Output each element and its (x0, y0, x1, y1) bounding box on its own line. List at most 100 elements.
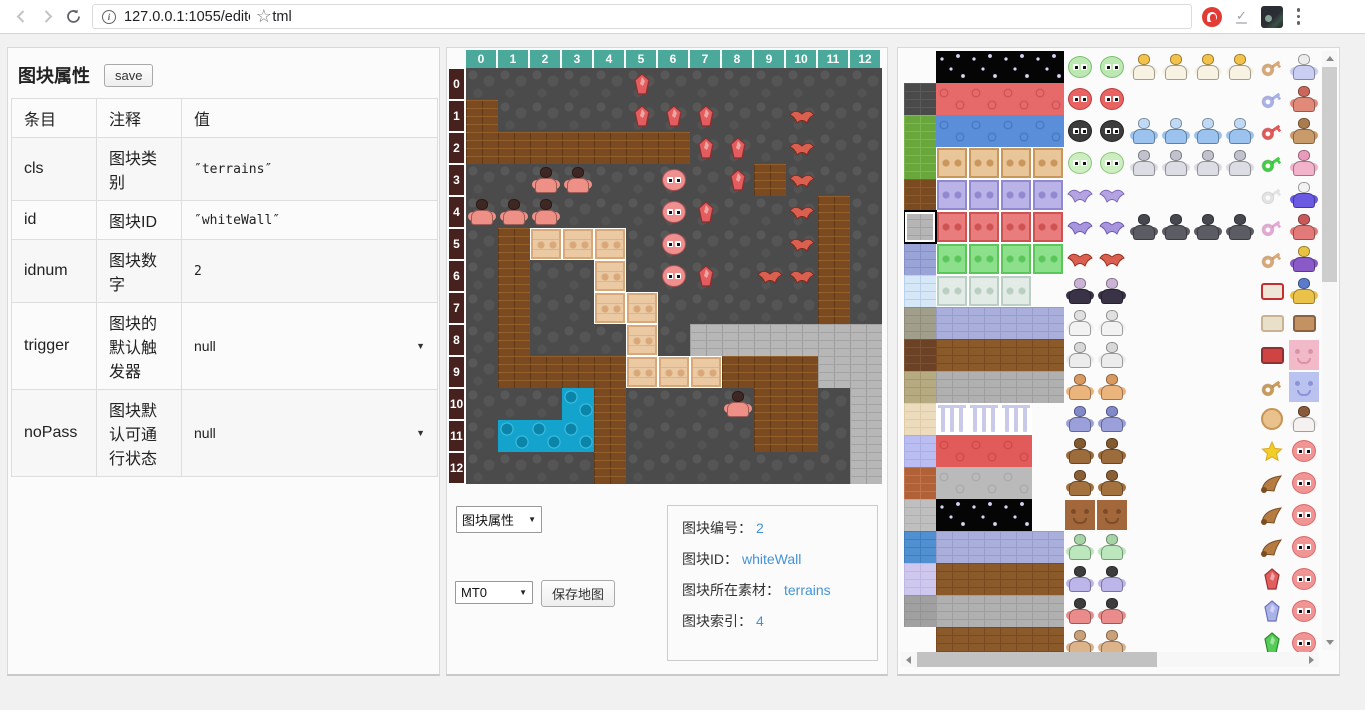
tileset-cell[interactable] (1160, 563, 1192, 595)
tileset-cell[interactable] (1160, 403, 1192, 435)
map-tile[interactable] (594, 420, 626, 452)
tileset-cell[interactable] (1032, 339, 1064, 371)
map-tile[interactable] (594, 164, 626, 196)
map-tile[interactable] (562, 420, 594, 452)
map-tile[interactable] (530, 356, 562, 388)
tileset-cell[interactable] (1192, 467, 1224, 499)
tileset-cell[interactable] (904, 275, 936, 307)
map-tile[interactable] (594, 132, 626, 164)
tileset-cell[interactable] (1064, 275, 1096, 307)
map-tile[interactable] (562, 132, 594, 164)
map-tile[interactable] (658, 164, 690, 196)
tileset-cell[interactable] (1000, 147, 1032, 179)
tileset-cell[interactable] (1256, 339, 1288, 371)
tileset-cell[interactable] (1224, 179, 1256, 211)
tileset-cell[interactable] (1256, 211, 1288, 243)
tileset-cell[interactable] (1000, 563, 1032, 595)
map-tile[interactable] (498, 292, 530, 324)
map-tile[interactable] (530, 324, 562, 356)
map-tile[interactable] (626, 388, 658, 420)
map-tile[interactable] (690, 68, 722, 100)
tileset-cell[interactable] (1128, 307, 1160, 339)
map-tile[interactable] (498, 164, 530, 196)
tileset-cell[interactable] (904, 435, 936, 467)
prop-select[interactable]: null▼ (194, 338, 425, 354)
map-tile[interactable] (626, 100, 658, 132)
tileset-cell[interactable] (1160, 243, 1192, 275)
map-tile[interactable] (850, 100, 882, 132)
tileset-cell[interactable] (904, 179, 936, 211)
map-tile[interactable] (466, 324, 498, 356)
tileset-cell[interactable] (1128, 275, 1160, 307)
map-tile[interactable] (786, 132, 818, 164)
tileset-cell[interactable] (968, 435, 1000, 467)
map-tile[interactable] (498, 452, 530, 484)
tileset-cell[interactable] (1000, 275, 1032, 307)
map-tile[interactable] (466, 292, 498, 324)
tileset-cell[interactable] (1288, 467, 1320, 499)
tileset-cell[interactable] (1000, 499, 1032, 531)
tileset-cell[interactable] (936, 627, 968, 652)
tileset-cell[interactable] (1128, 563, 1160, 595)
vertical-scrollbar[interactable] (1322, 51, 1337, 650)
tileset-cell[interactable] (1096, 627, 1128, 652)
tileset-cell[interactable] (1288, 179, 1320, 211)
tileset-cell[interactable] (904, 147, 936, 179)
map-tile[interactable] (498, 420, 530, 452)
map-tile[interactable] (498, 388, 530, 420)
map-tile[interactable] (562, 228, 594, 260)
tileset-cell[interactable] (904, 115, 936, 147)
tileset-cell[interactable] (1000, 339, 1032, 371)
tileset-cell[interactable] (1096, 371, 1128, 403)
tileset-cell[interactable] (936, 275, 968, 307)
map-tile[interactable] (626, 452, 658, 484)
tileset-cell[interactable] (1064, 627, 1096, 652)
tileset-cell[interactable] (904, 243, 936, 275)
map-tile[interactable] (722, 68, 754, 100)
horizontal-scroll-thumb[interactable] (917, 652, 1157, 667)
tileset-cell[interactable] (904, 531, 936, 563)
tileset-cell[interactable] (1288, 595, 1320, 627)
tileset-cell[interactable] (968, 563, 1000, 595)
tileset-cell[interactable] (1224, 563, 1256, 595)
map-tile[interactable] (786, 388, 818, 420)
tileset-cell[interactable] (968, 403, 1000, 435)
tileset-cell[interactable] (936, 115, 968, 147)
tileset-cell-selected[interactable] (904, 211, 936, 243)
tileset-cell[interactable] (1224, 211, 1256, 243)
tileset-cell[interactable] (1224, 83, 1256, 115)
map-tile[interactable] (498, 260, 530, 292)
tileset-cell[interactable] (1032, 371, 1064, 403)
tileset-cell[interactable] (1032, 467, 1064, 499)
map-tile[interactable] (594, 292, 626, 324)
map-tile[interactable] (850, 388, 882, 420)
map-tile[interactable] (658, 132, 690, 164)
tileset-cell[interactable] (1160, 275, 1192, 307)
tileset-cell[interactable] (1096, 307, 1128, 339)
map-tile[interactable] (658, 292, 690, 324)
map-tile[interactable] (530, 228, 562, 260)
tileset-cell[interactable] (1128, 531, 1160, 563)
map-tile[interactable] (658, 388, 690, 420)
map-tile[interactable] (658, 260, 690, 292)
tileset-cell[interactable] (904, 595, 936, 627)
page-info-icon[interactable]: i (102, 10, 116, 24)
map-tile[interactable] (818, 164, 850, 196)
check-extension-icon[interactable]: ✓ (1236, 10, 1247, 24)
tileset-cell[interactable] (1256, 467, 1288, 499)
map-tile[interactable] (658, 196, 690, 228)
tileset-cell[interactable] (968, 115, 1000, 147)
map-tile[interactable] (786, 452, 818, 484)
tileset-cell[interactable] (1160, 147, 1192, 179)
map-tile[interactable] (754, 388, 786, 420)
map-tile[interactable] (850, 292, 882, 324)
tileset-cell[interactable] (1096, 275, 1128, 307)
map-tile[interactable] (498, 356, 530, 388)
horizontal-scrollbar[interactable] (901, 652, 1319, 667)
tileset-cell[interactable] (1192, 339, 1224, 371)
tileset-cell[interactable] (1064, 403, 1096, 435)
map-tile[interactable] (690, 100, 722, 132)
map-tile[interactable] (690, 196, 722, 228)
map-tile[interactable] (466, 228, 498, 260)
tileset-cell[interactable] (1160, 307, 1192, 339)
